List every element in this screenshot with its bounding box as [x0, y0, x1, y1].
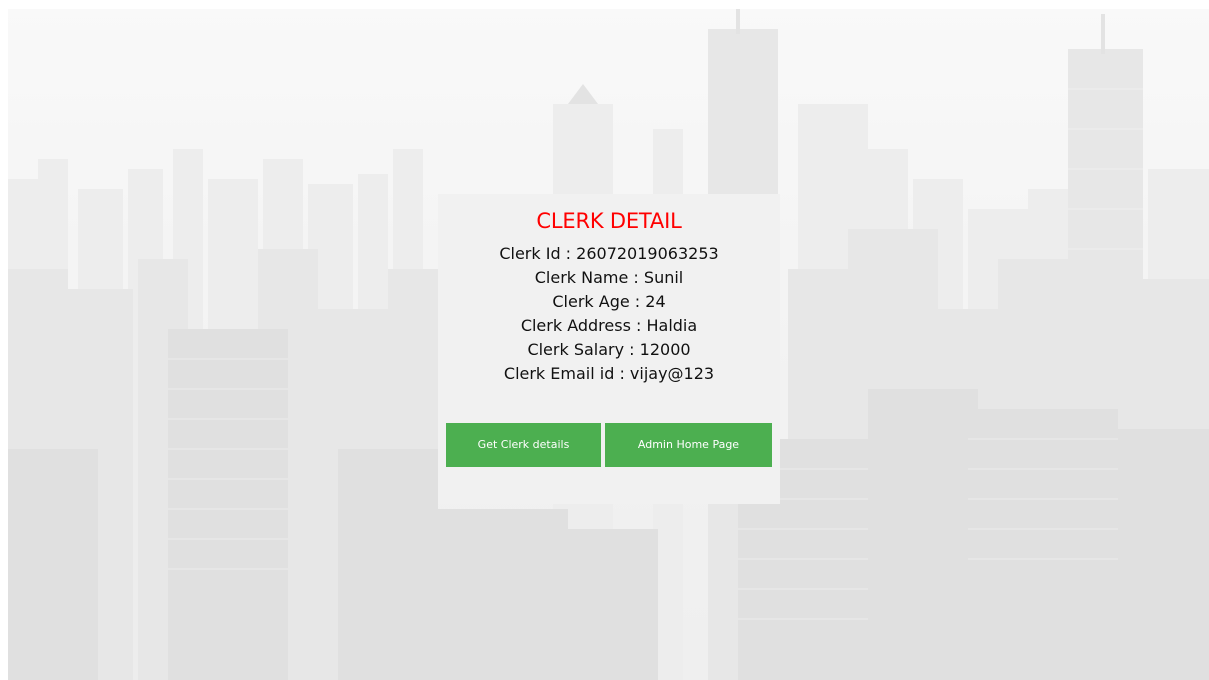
clerk-id-value: 26072019063253 [576, 244, 719, 263]
clerk-detail-list: Clerk Id : 26072019063253 Clerk Name : S… [438, 242, 780, 386]
detail-label: Clerk Name [534, 268, 629, 287]
clerk-id-line: Clerk Id : 26072019063253 [499, 244, 719, 263]
clerk-address-line: Clerk Address : Haldia [520, 316, 698, 335]
clerk-email-line: Clerk Email id : vijay@123 [503, 364, 715, 383]
admin-home-page-button[interactable]: Admin Home Page [605, 423, 772, 467]
detail-label: Clerk Address [520, 316, 631, 335]
get-clerk-details-button[interactable]: Get Clerk details [446, 423, 601, 467]
detail-label: Clerk Salary [527, 340, 625, 359]
clerk-email-value: vijay@123 [629, 364, 715, 383]
clerk-name-value: Sunil [643, 268, 684, 287]
page-background: CLERK DETAIL Clerk Id : 26072019063253 C… [8, 9, 1209, 680]
clerk-name-line: Clerk Name : Sunil [534, 268, 684, 287]
clerk-age-value: 24 [645, 292, 666, 311]
button-row: Get Clerk details Admin Home Page [446, 423, 772, 467]
clerk-salary-line: Clerk Salary : 12000 [527, 340, 691, 359]
clerk-address-value: Haldia [646, 316, 698, 335]
detail-label: Clerk Id [499, 244, 561, 263]
card-title: CLERK DETAIL [536, 209, 682, 233]
clerk-salary-value: 12000 [639, 340, 691, 359]
clerk-age-line: Clerk Age : 24 [552, 292, 666, 311]
detail-label: Clerk Age [552, 292, 630, 311]
detail-label: Clerk Email id [503, 364, 615, 383]
clerk-detail-card: CLERK DETAIL Clerk Id : 26072019063253 C… [438, 194, 780, 504]
